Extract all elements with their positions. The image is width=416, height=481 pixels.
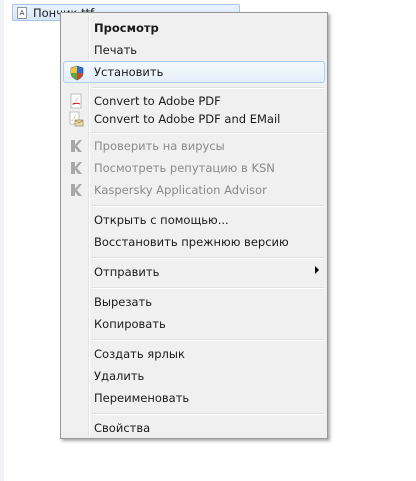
menu-separator	[92, 413, 324, 415]
menu-item-label: Проверить на вирусы	[94, 139, 225, 153]
menu-item-label: Посмотреть репутацию в KSN	[94, 161, 275, 175]
menu-item-label: Установить	[94, 65, 164, 79]
window-edge	[0, 0, 4, 481]
menu-item-label: Восстановить прежнюю версию	[94, 235, 289, 249]
menu-separator	[92, 132, 324, 134]
menu-item-label: Копировать	[94, 317, 166, 331]
menu-separator	[92, 257, 324, 259]
menu-item-label: Удалить	[94, 369, 145, 383]
menu-item-label: Переименовать	[94, 391, 190, 405]
menu-item-cut[interactable]: Вырезать	[63, 291, 325, 313]
adobe-pdf-email-icon	[69, 111, 84, 127]
menu-item-restore-previous[interactable]: Восстановить прежнюю версию	[63, 231, 325, 253]
menu-item-label: Kaspersky Application Advisor	[94, 183, 267, 197]
menu-item-label: Convert to Adobe PDF	[94, 94, 221, 108]
uac-shield-icon	[70, 65, 84, 81]
menu-item-delete[interactable]: Удалить	[63, 365, 325, 387]
menu-item-send-to[interactable]: Отправить	[63, 261, 325, 283]
menu-item-install[interactable]: Установить	[63, 61, 325, 83]
menu-separator	[92, 339, 324, 341]
context-menu: Просмотр Печать Установить Convert to Ad…	[60, 12, 328, 439]
submenu-arrow-icon	[315, 266, 319, 274]
menu-item-print[interactable]: Печать	[63, 39, 325, 61]
adobe-pdf-icon	[70, 93, 82, 109]
menu-item-label: Создать ярлык	[94, 347, 185, 361]
menu-item-create-shortcut[interactable]: Создать ярлык	[63, 343, 325, 365]
menu-item-open-with[interactable]: Открыть с помощью...	[63, 209, 325, 231]
menu-item-ksn-reputation[interactable]: Посмотреть репутацию в KSN	[63, 157, 325, 179]
menu-item-scan-virus[interactable]: Проверить на вирусы	[63, 135, 325, 157]
menu-item-copy[interactable]: Копировать	[63, 313, 325, 335]
menu-item-label: Вырезать	[94, 295, 152, 309]
menu-item-label: Convert to Adobe PDF and EMail	[94, 112, 281, 126]
menu-item-convert-pdf-email[interactable]: Convert to Adobe PDF and EMail	[63, 108, 325, 130]
kaspersky-icon	[71, 162, 82, 174]
menu-separator	[92, 287, 324, 289]
menu-item-label: Отправить	[94, 265, 160, 279]
menu-item-label: Печать	[94, 43, 138, 57]
menu-item-rename[interactable]: Переименовать	[63, 387, 325, 409]
menu-item-label: Просмотр	[94, 21, 159, 35]
menu-item-kaspersky-advisor[interactable]: Kaspersky Application Advisor	[63, 179, 325, 201]
kaspersky-icon	[71, 140, 82, 152]
font-file-icon: A	[17, 7, 27, 19]
menu-item-label: Открыть с помощью...	[94, 213, 229, 227]
menu-item-properties[interactable]: Свойства	[63, 417, 325, 439]
kaspersky-icon	[71, 184, 82, 196]
menu-item-label: Свойства	[94, 421, 151, 435]
menu-item-preview[interactable]: Просмотр	[63, 17, 325, 39]
menu-separator	[92, 205, 324, 207]
menu-separator	[92, 87, 324, 89]
